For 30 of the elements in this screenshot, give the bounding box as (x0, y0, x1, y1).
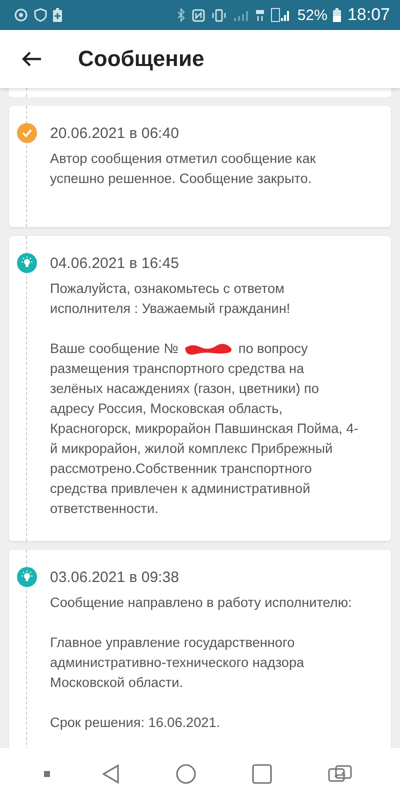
battery-percent: 52% (297, 6, 328, 24)
message-text: Пожалуйста, ознакомьтесь с ответом исполнителя : Уважаемый гражданин! (50, 280, 292, 318)
message-text: по вопросу (238, 340, 308, 358)
lightbulb-icon (17, 567, 37, 587)
battery-plus-icon (53, 8, 62, 22)
back-arrow-icon (22, 51, 42, 67)
screen-title: Сообщение (78, 46, 204, 72)
bluetooth-icon (177, 8, 186, 22)
signal-icon (233, 8, 250, 22)
shield-icon (34, 8, 47, 22)
checkmark-icon (17, 123, 37, 143)
signal-icon (271, 8, 292, 22)
message-text: Ваше сообщение № (50, 340, 178, 358)
swap-icon (328, 765, 352, 783)
message-text: Сообщение направлено в работу исполнителю: (50, 594, 353, 612)
vibrate-icon (211, 8, 228, 22)
circle-icon (176, 764, 196, 784)
event-date: 03.06.2021 в 09:38 (50, 568, 179, 586)
clock: 18:07 (347, 5, 390, 25)
message-text: размещения транспортного средства на зелёных насаждениях (газон, цветники) по адресу Россия, Московская область, Красногорск, микрорайон Павшинская Пойма, 4-й микрорайон, жилой комплекс Прибрежный рассмотрено.Собственник транспортного средства привлечен к административной ответственности. (50, 360, 359, 518)
nfc-icon (192, 8, 206, 22)
event-date: 20.06.2021 в 06:40 (50, 124, 179, 142)
message-text: Срок решения: 16.06.2021. (50, 714, 222, 732)
message-text: Главное управление государственного административно-технического надзора Московской области. (50, 634, 306, 692)
event-date: 04.06.2021 в 16:45 (50, 254, 179, 272)
message-text: Автор сообщения отметил сообщение как успешно решенное. Сообщение закрыто. (50, 150, 317, 188)
lightbulb-icon (17, 253, 37, 273)
battery-icon (333, 8, 342, 22)
square-icon (252, 764, 272, 784)
triangle-icon (102, 764, 120, 784)
